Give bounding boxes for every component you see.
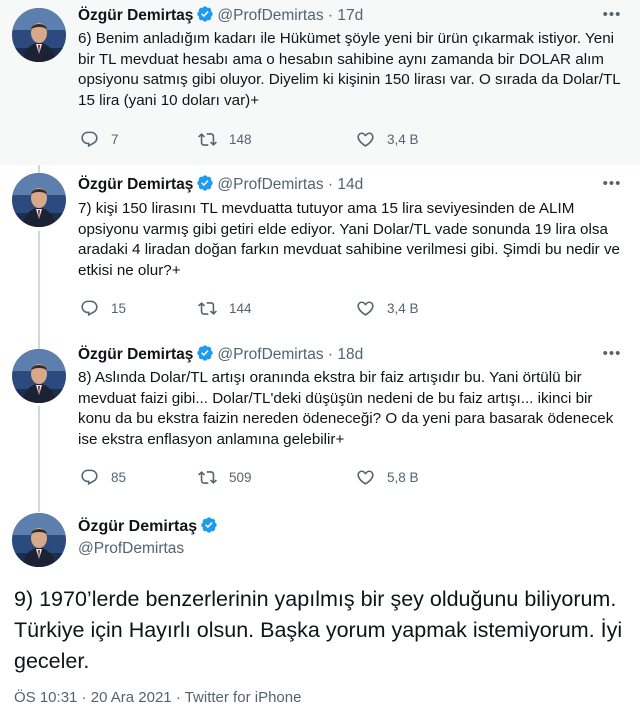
tweet-time[interactable]: 18d <box>337 346 363 363</box>
like-count: 5,8 B <box>387 469 419 485</box>
separator-dot: · <box>81 689 87 706</box>
retweet-icon <box>198 470 217 484</box>
reply-button[interactable]: 7 <box>80 128 119 150</box>
tweet-date[interactable]: 20 Ara 2021 <box>91 689 172 706</box>
avatar[interactable] <box>12 349 66 403</box>
reply-icon <box>81 300 98 316</box>
tweet-header: Özgür Demirtaş @ProfDemirtas · 18d <box>78 344 363 366</box>
author-handle[interactable]: @ProfDemirtas <box>78 538 184 560</box>
tweet-actions: 15 144 3,4 B <box>78 297 528 319</box>
retweet-button[interactable]: 509 <box>198 466 252 488</box>
verified-badge-icon <box>200 516 218 534</box>
verified-badge-icon <box>196 5 214 23</box>
like-button[interactable]: 5,8 B <box>356 466 419 488</box>
like-button[interactable]: 3,4 B <box>356 297 419 319</box>
avatar[interactable] <box>12 8 66 62</box>
verified-badge-icon <box>196 174 214 192</box>
tweet[interactable]: Özgür Demirtaş @ProfDemirtas · 18d ••• 8)… <box>0 340 640 505</box>
tweet-time[interactable]: 17d <box>337 7 363 24</box>
like-count: 3,4 B <box>387 300 419 316</box>
verified-badge-icon <box>196 344 214 362</box>
author-name[interactable]: Özgür Demirtaş <box>78 176 193 193</box>
tweet-time[interactable]: 14d <box>337 176 363 193</box>
tweet-header: Özgür Demirtaş @ProfDemirtas · 17d <box>78 5 363 27</box>
tweet-text: 9) 1970’lerde benzerlerinin yapılmış bir… <box>14 587 623 673</box>
main-tweet: Özgür Demirtaş @ProfDemirtas 9) 1970’ler… <box>0 505 640 716</box>
tweet-time[interactable]: ÖS 10:31 <box>14 689 77 706</box>
tweet[interactable]: Özgür Demirtaş @ProfDemirtas · 17d ••• 6)… <box>0 0 640 165</box>
avatar[interactable] <box>12 173 66 227</box>
heart-icon <box>357 469 374 485</box>
author-handle[interactable]: @ProfDemirtas <box>217 7 323 24</box>
tweet-text: 7) kişi 150 lirasını TL mevduatta tutuyo… <box>78 200 620 279</box>
retweet-icon <box>198 132 217 146</box>
heart-icon <box>357 131 374 147</box>
retweet-icon <box>198 301 217 315</box>
retweet-button[interactable]: 148 <box>198 128 252 150</box>
retweet-count: 148 <box>229 131 252 147</box>
author-name[interactable]: Özgür Demirtaş <box>78 516 221 538</box>
reply-icon <box>81 131 98 147</box>
author-name[interactable]: Özgür Demirtaş <box>78 7 193 24</box>
like-count: 3,4 B <box>387 131 419 147</box>
author-name[interactable]: Özgür Demirtaş <box>78 346 193 363</box>
tweet-meta: ÖS 10:31 · 20 Ara 2021 · Twitter for iPh… <box>14 687 301 709</box>
reply-icon <box>81 469 98 485</box>
retweet-count: 509 <box>229 469 252 485</box>
separator-dot: · <box>327 176 334 193</box>
retweet-button[interactable]: 144 <box>198 297 252 319</box>
tweet-actions: 85 509 5,8 B <box>78 466 528 488</box>
more-icon[interactable]: ••• <box>598 345 626 365</box>
tweet-text: 6) Benim anladığım kadarı ile Hükümet şö… <box>78 30 621 109</box>
tweet-source[interactable]: Twitter for iPhone <box>185 689 302 706</box>
reply-count: 85 <box>111 469 127 485</box>
more-icon[interactable]: ••• <box>598 175 626 195</box>
retweet-count: 144 <box>229 300 252 316</box>
reply-count: 7 <box>111 131 119 147</box>
separator-dot: · <box>327 7 334 24</box>
separator-dot: · <box>327 346 334 363</box>
author-name-text: Özgür Demirtaş <box>78 518 198 535</box>
tweet-text: 8) Aslında Dolar/TL artışı oranında ekst… <box>78 369 614 448</box>
reply-count: 15 <box>111 300 127 316</box>
author-handle[interactable]: @ProfDemirtas <box>217 176 323 193</box>
heart-icon <box>357 300 374 316</box>
like-button[interactable]: 3,4 B <box>356 128 419 150</box>
tweet-header: Özgür Demirtaş @ProfDemirtas · 14d <box>78 174 363 196</box>
author-handle[interactable]: @ProfDemirtas <box>217 346 323 363</box>
more-icon[interactable]: ••• <box>598 6 626 26</box>
tweet-actions: 7 148 3,4 B <box>78 128 528 150</box>
avatar[interactable] <box>12 513 66 567</box>
reply-button[interactable]: 15 <box>80 297 126 319</box>
tweet[interactable]: Özgür Demirtaş @ProfDemirtas · 14d ••• 7)… <box>0 165 640 340</box>
reply-button[interactable]: 85 <box>80 466 126 488</box>
separator-dot: · <box>175 689 181 706</box>
